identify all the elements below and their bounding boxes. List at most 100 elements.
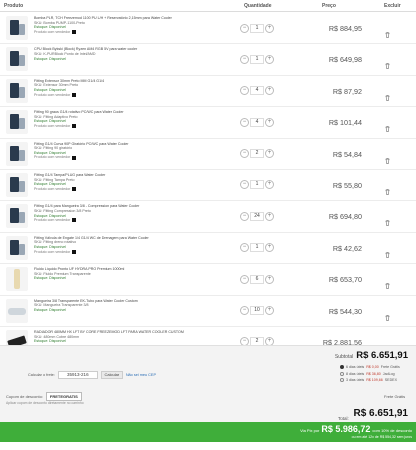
pix-value: R$ 5.986,72: [321, 424, 371, 434]
product-image[interactable]: [6, 78, 28, 103]
quantity-input[interactable]: 1: [250, 54, 264, 64]
quantity-input[interactable]: 4: [250, 117, 264, 127]
item-price: R$ 42,62: [332, 243, 362, 253]
shipping-option[interactable]: 3 dias úteis R$ 109,66 SEDEX: [340, 377, 414, 384]
quantity-input[interactable]: 24: [250, 211, 264, 221]
cart-row: Fitting G1/4 Tampa/PLUG para Water Coole…: [0, 170, 416, 202]
decrease-button[interactable]: −: [240, 23, 249, 33]
shipping-days: 8 dias úteis: [346, 371, 365, 376]
product-image[interactable]: [6, 172, 28, 197]
increase-button[interactable]: +: [265, 306, 274, 316]
seller-label: Produto com vendedor: [34, 123, 71, 128]
cep-help-link[interactable]: Não sei meu CEP: [126, 373, 156, 377]
product-image[interactable]: [6, 235, 28, 260]
product-info: RADIADOR 480MM HX LFT BY CORE FREEZEMOD …: [34, 330, 239, 344]
product-info: Fitting G1/4 para Mangueira 3/8 - Compre…: [34, 204, 239, 223]
cart-row: Fitting 90 graus G1/4 rotativo PC/WC par…: [0, 107, 416, 139]
installments: ou em até 12x de R$ 554,32 sem juros: [351, 435, 412, 439]
decrease-button[interactable]: −: [240, 274, 249, 284]
pix-price-bar: Via Pix por R$ 5.986,72 com 10% de desco…: [0, 422, 416, 442]
header-product: Produto: [4, 3, 24, 9]
product-image[interactable]: [6, 141, 28, 166]
total-label: Total:: [338, 416, 349, 421]
radio-icon[interactable]: [340, 371, 344, 376]
trash-icon[interactable]: [384, 25, 391, 38]
decrease-button[interactable]: −: [240, 211, 249, 221]
increase-button[interactable]: +: [265, 180, 274, 190]
quantity-input[interactable]: 6: [250, 274, 264, 284]
header-quantity: Quantidade: [244, 3, 272, 9]
shipping-price: R$ 0,00: [366, 365, 379, 370]
shipping-options: 6 dias úteis R$ 0,00 Frete Grátis 8 dias…: [340, 364, 414, 384]
pix-prefix: Via Pix por: [300, 428, 320, 433]
trash-icon[interactable]: [384, 276, 391, 289]
quantity-input[interactable]: 1: [250, 23, 264, 33]
subtotal: Subtotal R$ 6.651,91: [335, 350, 408, 361]
quantity-input[interactable]: 1: [250, 180, 264, 190]
trash-icon[interactable]: [384, 308, 391, 321]
header-price: Preço: [322, 3, 336, 9]
quantity-stepper: − 4 +: [240, 86, 274, 96]
decrease-button[interactable]: −: [240, 117, 249, 127]
coupon-code[interactable]: FRETEGRATIS: [45, 392, 82, 401]
trash-icon[interactable]: [384, 182, 391, 195]
shipping-price: R$ 36,80: [366, 371, 381, 376]
seller-badge-icon: [72, 155, 77, 160]
decrease-button[interactable]: −: [240, 149, 249, 159]
quantity-input[interactable]: 2: [250, 149, 264, 159]
decrease-button[interactable]: −: [240, 54, 249, 64]
increase-button[interactable]: +: [265, 149, 274, 159]
product-seller: Produto com vendedor: [34, 218, 239, 223]
product-info: Fitting Extensor 30mm Preto MM G1/4 G1/4…: [34, 79, 239, 97]
increase-button[interactable]: +: [265, 117, 274, 127]
increase-button[interactable]: +: [265, 54, 274, 64]
product-seller: Produto com vendedor: [34, 124, 239, 129]
increase-button[interactable]: +: [265, 23, 274, 33]
trash-icon[interactable]: [384, 56, 391, 69]
decrease-button[interactable]: −: [240, 86, 249, 96]
quantity-input[interactable]: 1: [250, 243, 264, 253]
shipping-name: Frete Grátis: [380, 365, 400, 370]
seller-badge-icon: [72, 187, 77, 192]
trash-icon[interactable]: [384, 213, 391, 226]
quantity-input[interactable]: 10: [250, 306, 264, 316]
product-image[interactable]: [6, 110, 28, 135]
product-info: Fluido Líquido Pronto UF HYDRA PRO Premi…: [34, 267, 239, 281]
quantity-stepper: − 1 +: [240, 180, 274, 190]
cart-row: Mangueira 3/8 Transparente EK-Tubo para …: [0, 296, 416, 327]
cep-input[interactable]: 35913-216: [57, 371, 98, 379]
product-info: Fitting 90 graus G1/4 rotativo PC/WC par…: [34, 110, 239, 129]
item-price: R$ 653,70: [328, 275, 362, 285]
decrease-button[interactable]: −: [240, 180, 249, 190]
trash-icon[interactable]: [384, 119, 391, 132]
product-image[interactable]: [6, 204, 28, 229]
increase-button[interactable]: +: [265, 243, 274, 253]
radio-icon[interactable]: [340, 378, 344, 383]
item-price: R$ 87,92: [332, 86, 362, 96]
increase-button[interactable]: +: [265, 211, 274, 221]
calculate-button[interactable]: Calcular: [100, 371, 123, 379]
trash-icon[interactable]: [384, 245, 391, 258]
product-image[interactable]: [6, 267, 28, 292]
product-info: Fitting Válvula de Engate 1/4 G1/4 WC de…: [34, 236, 239, 254]
product-info: Fitting G1/4 Tampa/PLUG para Water Coole…: [34, 173, 239, 192]
quantity-input[interactable]: 4: [250, 86, 264, 96]
cart-items: Bomba PLR, TCH Freezemod 1100 PU L/H + R…: [0, 13, 416, 359]
product-stock: Estoque: Disponível: [34, 307, 66, 312]
increase-button[interactable]: +: [265, 274, 274, 284]
product-image[interactable]: [6, 16, 28, 40]
radio-icon[interactable]: [340, 365, 344, 370]
item-price: R$ 884,95: [328, 24, 362, 33]
decrease-button[interactable]: −: [240, 243, 249, 253]
item-price: R$ 101,44: [328, 118, 362, 128]
decrease-button[interactable]: −: [240, 306, 249, 316]
trash-icon[interactable]: [384, 151, 391, 164]
product-stock: Estoque: Disponível: [34, 339, 66, 344]
product-image[interactable]: [6, 47, 28, 72]
product-image[interactable]: [6, 298, 28, 323]
trash-icon[interactable]: [384, 88, 391, 101]
product-seller: Produto com vendedor: [34, 250, 239, 255]
total-value: R$ 6.651,91: [353, 408, 409, 419]
increase-button[interactable]: +: [265, 86, 274, 96]
pix-discount: com 10% de desconto: [372, 428, 412, 433]
